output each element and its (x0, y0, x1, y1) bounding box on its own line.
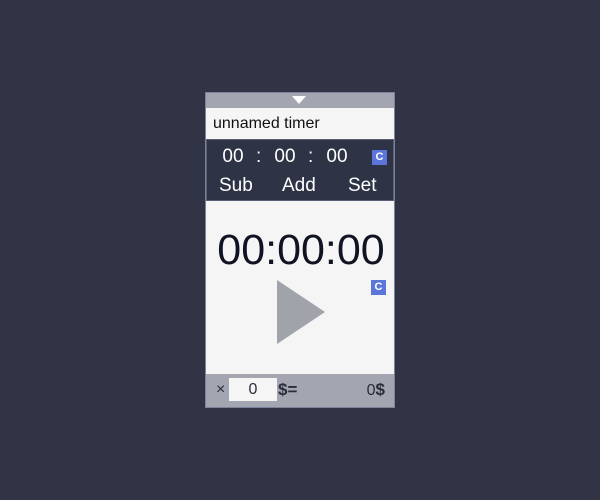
rate-unit: $= (278, 380, 298, 399)
rate-footer: × $= 0$ (206, 374, 394, 407)
separator: : (256, 146, 262, 167)
earned-unit: $ (375, 380, 385, 399)
separator: : (308, 146, 314, 167)
earned-amount: 0$ (367, 380, 385, 401)
add-button[interactable]: Add (282, 175, 316, 197)
collapse-bar[interactable] (206, 93, 394, 108)
setter-actions: Sub Add Set (207, 175, 394, 197)
rate-input[interactable] (229, 378, 277, 401)
play-icon[interactable] (277, 280, 325, 344)
timer-name-input[interactable] (206, 114, 383, 133)
timer-name-row (206, 108, 394, 139)
display-clear-button[interactable]: C (371, 280, 386, 295)
earned-value: 0 (366, 382, 376, 399)
minutes-field[interactable]: 00 (269, 145, 301, 169)
multiply-icon: × (216, 381, 226, 398)
sub-button[interactable]: Sub (219, 175, 253, 197)
timer-widget: 00 : 00 : 00 C Sub Add Set 00:00:00 C × … (205, 92, 395, 408)
hours-field[interactable]: 00 (217, 145, 249, 169)
setter-time-row: 00 : 00 : 00 C (207, 145, 394, 169)
time-setter: 00 : 00 : 00 C Sub Add Set (206, 139, 394, 201)
set-button[interactable]: Set (348, 175, 377, 197)
elapsed-time: 00:00:00 (217, 226, 385, 274)
triangle-down-icon[interactable] (292, 96, 306, 104)
timer-display: 00:00:00 C (206, 201, 394, 373)
setter-clear-button[interactable]: C (372, 150, 387, 165)
seconds-field[interactable]: 00 (321, 145, 353, 169)
